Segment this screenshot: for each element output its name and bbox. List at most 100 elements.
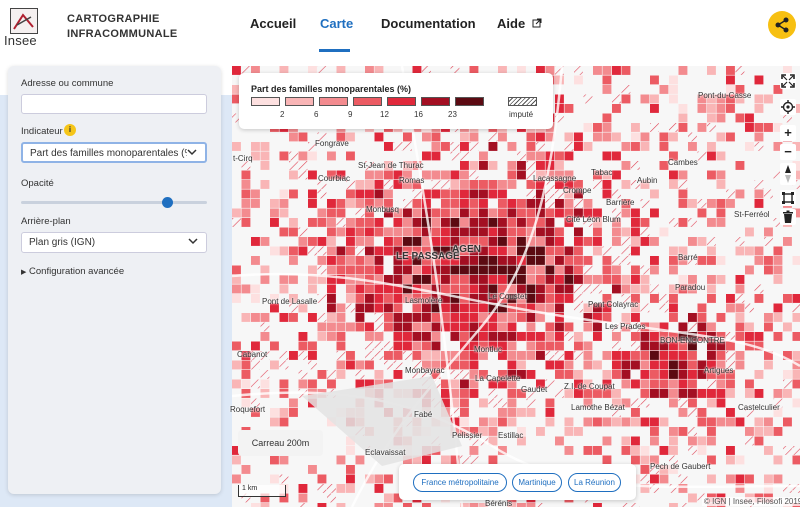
territory-reunion-button[interactable]: La Réunion bbox=[568, 473, 621, 492]
map-place-label: Monbusq bbox=[366, 205, 399, 214]
zoom-in-button[interactable]: + bbox=[780, 125, 796, 141]
map-place-label: Romas bbox=[399, 176, 424, 185]
opacity-slider-track[interactable] bbox=[21, 201, 207, 204]
map-place-label: t-Cirq bbox=[233, 154, 253, 163]
chevron-down-icon bbox=[187, 147, 197, 157]
map-place-label: Barrière bbox=[606, 198, 634, 207]
map-place-label: Z.I. de Coupat bbox=[564, 382, 615, 391]
legend-title: Part des familles monoparentales (%) bbox=[251, 84, 411, 94]
map-place-label: Fabé bbox=[414, 410, 432, 419]
territory-france-button[interactable]: France métropolitaine bbox=[413, 473, 507, 492]
map-place-label: Montluc bbox=[474, 345, 502, 354]
map-place-label: LE PASSAGE bbox=[396, 251, 460, 262]
nav-aide[interactable]: Aide bbox=[497, 16, 542, 31]
select-area-button[interactable] bbox=[780, 190, 796, 206]
basemap-select-value: Plan gris (IGN) bbox=[29, 237, 95, 248]
map-place-label: Pelissier bbox=[452, 431, 482, 440]
map-attribution: © IGN | Insee, Filosofi 2019 bbox=[702, 497, 800, 506]
map-place-label: Aubin bbox=[637, 176, 657, 185]
address-label: Adresse ou commune bbox=[21, 78, 113, 89]
delete-button[interactable] bbox=[780, 209, 796, 225]
map-place-label: Cabanot bbox=[237, 350, 267, 359]
caret-right-icon: ▶ bbox=[21, 269, 26, 276]
opacity-slider-thumb[interactable] bbox=[162, 197, 173, 208]
legend-swatch bbox=[387, 97, 416, 106]
fullscreen-button[interactable] bbox=[780, 73, 796, 89]
zoom-in-icon: + bbox=[784, 125, 792, 140]
map-place-label: Cambes bbox=[668, 158, 698, 167]
legend-threshold-label: 9 bbox=[348, 110, 352, 119]
legend-swatch bbox=[455, 97, 484, 106]
legend-swatch bbox=[421, 97, 450, 106]
map-place-label: BON-ENCONTRE bbox=[660, 336, 725, 345]
map-place-label: Gaudet bbox=[521, 385, 547, 394]
map-place-label: Le Coustet bbox=[488, 292, 527, 301]
map-place-label: Estillac bbox=[498, 431, 523, 440]
legend-swatch-imputed bbox=[508, 97, 537, 106]
map-place-label: Pont de Lasalle bbox=[262, 297, 317, 306]
map-place-label: St-Ferréol bbox=[734, 210, 770, 219]
select-area-icon bbox=[780, 190, 796, 206]
logo-emblem-icon bbox=[10, 8, 38, 34]
app-title-line2: INFRACOMMUNALE bbox=[67, 27, 178, 42]
legend-threshold-label: 16 bbox=[414, 110, 423, 119]
advanced-config-label: Configuration avancée bbox=[29, 266, 124, 277]
chevron-down-icon bbox=[188, 236, 198, 246]
map-place-label: St-Jean de Thurac bbox=[358, 161, 424, 170]
map-place-label: Barré bbox=[678, 253, 698, 262]
nav-documentation[interactable]: Documentation bbox=[381, 16, 476, 31]
legend-threshold-label: 2 bbox=[280, 110, 284, 119]
tile-size-label: Carreau 200m bbox=[238, 430, 323, 456]
basemap-select[interactable]: Plan gris (IGN) bbox=[21, 232, 207, 253]
indicator-select-value: Part des familles monoparentales (% bbox=[30, 148, 193, 159]
map-place-label: Lamothe Bézat bbox=[571, 403, 625, 412]
zoom-out-button[interactable]: − bbox=[780, 144, 796, 160]
territory-martinique-button[interactable]: Martinique bbox=[512, 473, 562, 492]
locate-button[interactable] bbox=[780, 99, 796, 115]
legend-swatch bbox=[319, 97, 348, 106]
zoom-out-icon: − bbox=[784, 144, 792, 159]
info-icon[interactable]: i bbox=[64, 124, 76, 136]
share-icon bbox=[768, 11, 796, 39]
map-place-label: Fongrave bbox=[315, 139, 349, 148]
basemap-label: Arrière-plan bbox=[21, 216, 71, 227]
nav-active-indicator bbox=[319, 49, 350, 52]
nav-accueil[interactable]: Accueil bbox=[250, 16, 296, 31]
map-place-label: Roquefort bbox=[230, 405, 265, 414]
map-place-label: Pech de Gaubert bbox=[650, 462, 710, 471]
app-header: Insee CARTOGRAPHIE INFRACOMMUNALE Accuei… bbox=[0, 0, 800, 55]
nav-aide-label: Aide bbox=[497, 16, 525, 31]
map-place-label: Crompe bbox=[563, 186, 591, 195]
indicator-select[interactable]: Part des familles monoparentales (% bbox=[21, 142, 207, 163]
legend-threshold-label: 12 bbox=[380, 110, 389, 119]
map-place-label: Tabac bbox=[591, 168, 612, 177]
legend-threshold-label: 23 bbox=[448, 110, 457, 119]
fullscreen-icon bbox=[780, 73, 796, 89]
share-button[interactable] bbox=[768, 11, 796, 39]
legend-swatch bbox=[251, 97, 280, 106]
opacity-label: Opacité bbox=[21, 178, 54, 189]
app-title: CARTOGRAPHIE INFRACOMMUNALE bbox=[67, 12, 178, 42]
map-place-label: Courbiac bbox=[318, 174, 350, 183]
insee-logo[interactable]: Insee bbox=[4, 8, 42, 46]
indicator-label: Indicateur bbox=[21, 126, 63, 137]
locate-icon bbox=[780, 99, 796, 115]
map-place-label: Eclavaissat bbox=[365, 448, 405, 457]
map-place-label: AGEN bbox=[452, 244, 481, 255]
legend-swatch bbox=[285, 97, 314, 106]
external-link-icon bbox=[532, 18, 542, 28]
map-place-label: Lasmolère bbox=[405, 296, 442, 305]
legend-imputed-label: imputé bbox=[509, 110, 533, 119]
reset-north-button[interactable] bbox=[780, 163, 796, 185]
nav-carte[interactable]: Carte bbox=[320, 16, 353, 31]
app-title-line1: CARTOGRAPHIE bbox=[67, 12, 178, 27]
map-place-label: Castelculier bbox=[738, 403, 780, 412]
map-place-label: La Capelette bbox=[475, 374, 520, 383]
advanced-config-toggle[interactable]: ▶ Configuration avancée bbox=[21, 266, 124, 277]
map-place-label: Monbayrac bbox=[405, 366, 445, 375]
map-place-label: Artigues bbox=[704, 366, 733, 375]
legend-swatch bbox=[353, 97, 382, 106]
map-place-label: Cité Léon Blum bbox=[566, 215, 621, 224]
address-search-input[interactable] bbox=[21, 94, 207, 114]
map-place-label: Paradou bbox=[675, 283, 705, 292]
